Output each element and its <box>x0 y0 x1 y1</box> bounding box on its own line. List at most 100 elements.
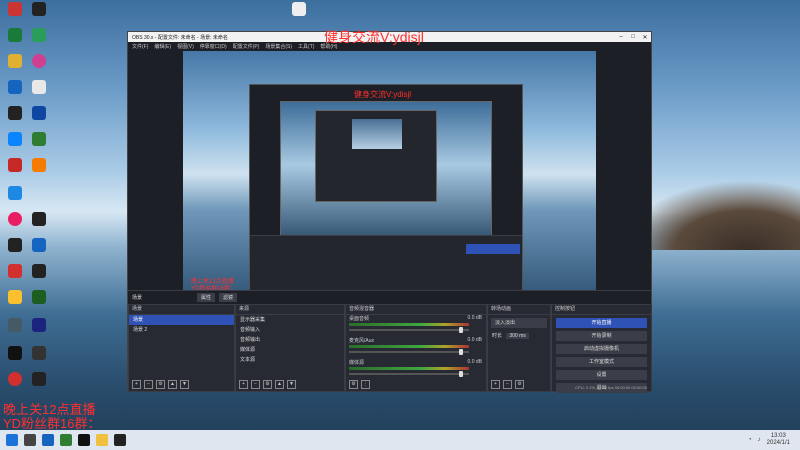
taskbar: ◔ ♪ 13:03 2024/1/1 <box>0 430 800 450</box>
desktop-icon[interactable] <box>26 106 52 120</box>
desktop-icon[interactable] <box>2 238 28 252</box>
fader-knob[interactable] <box>459 349 463 355</box>
desktop-icon[interactable] <box>2 28 28 42</box>
desktop-icon[interactable] <box>26 346 52 360</box>
remove-icon[interactable]: − <box>144 380 153 389</box>
scene-label: 场景 <box>132 294 143 301</box>
sources-title: 来源 <box>236 305 344 315</box>
settings-button[interactable]: 设置 <box>556 370 647 380</box>
studio-mode-button[interactable]: 工作室模式 <box>556 357 647 367</box>
desktop-icon[interactable] <box>2 2 28 16</box>
volume-meter <box>349 323 469 326</box>
menu-edit[interactable]: 编辑(E) <box>154 43 171 50</box>
maximize-icon[interactable]: □ <box>627 34 639 41</box>
desktop-icon[interactable] <box>2 132 28 146</box>
menu-view[interactable]: 视图(V) <box>177 43 194 50</box>
obs-window: OBS 30.x - 配置文件: 未命名 - 场景: 未命名 – □ ✕ 文件(… <box>127 31 652 393</box>
desktop-icon[interactable] <box>2 346 28 360</box>
volume-icon[interactable]: ♪ <box>758 437 761 443</box>
volume-fader[interactable] <box>349 327 469 333</box>
desktop-icon[interactable] <box>2 158 28 172</box>
virtual-camera-button[interactable]: 启动虚拟摄像机 <box>556 344 647 354</box>
desktop-icon[interactable] <box>26 80 52 94</box>
desktop-icon[interactable] <box>26 132 52 146</box>
desktop-icon[interactable] <box>2 186 28 200</box>
remove-icon[interactable]: − <box>503 380 512 389</box>
desktop-icon[interactable] <box>2 106 28 120</box>
fader-knob[interactable] <box>459 327 463 333</box>
volume-fader[interactable] <box>349 371 469 377</box>
desktop-icon[interactable] <box>26 238 52 252</box>
down-icon[interactable]: ▼ <box>287 380 296 389</box>
transitions-title: 转场动画 <box>488 305 550 315</box>
volume-fader[interactable] <box>349 349 469 355</box>
network-icon[interactable]: ◔ <box>748 437 752 443</box>
desktop-icon[interactable] <box>26 264 52 278</box>
up-icon[interactable]: ▲ <box>168 380 177 389</box>
duration-label: 时长 <box>492 333 503 339</box>
menu-docks[interactable]: 停靠窗口(D) <box>200 43 227 50</box>
fader-knob[interactable] <box>459 371 463 377</box>
duration-field[interactable]: 300 ms <box>506 333 529 339</box>
menu-tools[interactable]: 工具(T) <box>298 43 314 50</box>
down-icon[interactable]: ▼ <box>180 380 189 389</box>
desktop-icon[interactable] <box>26 372 52 386</box>
minimize-icon[interactable]: – <box>615 34 627 41</box>
transitions-dock: 转场动画 淡入淡出 时长 300 ms + − ⚙ <box>487 304 551 392</box>
mixer-channel-db: 0.0 dB <box>467 337 482 343</box>
scenes-dock: 场景 场景 场景 2 + − ⚙ ▲ ▼ <box>128 304 235 392</box>
taskbar-app-icon[interactable] <box>114 434 126 446</box>
settings-icon[interactable]: ⚙ <box>263 380 272 389</box>
desktop-icon[interactable] <box>286 2 312 16</box>
menu-file[interactable]: 文件(F) <box>132 43 148 50</box>
add-icon[interactable]: + <box>491 380 500 389</box>
taskbar-app-icon[interactable] <box>60 434 72 446</box>
start-icon[interactable] <box>6 434 18 446</box>
start-streaming-button[interactable]: 开始直播 <box>556 318 647 328</box>
desktop-icon[interactable] <box>26 290 52 304</box>
settings-icon[interactable]: ⚙ <box>349 380 358 389</box>
transition-select[interactable]: 淡入淡出 <box>491 318 547 328</box>
desktop-icon[interactable] <box>26 158 52 172</box>
clock[interactable]: 13:03 2024/1/1 <box>767 433 790 447</box>
taskbar-app-icon[interactable] <box>96 434 108 446</box>
desktop-icon[interactable] <box>2 264 28 278</box>
desktop-icon[interactable] <box>2 372 28 386</box>
desktop-icon[interactable] <box>2 212 28 226</box>
taskbar-app-icon[interactable] <box>24 434 36 446</box>
settings-icon[interactable]: ⚙ <box>515 380 524 389</box>
desktop-icon[interactable] <box>2 290 28 304</box>
up-icon[interactable]: ▲ <box>275 380 284 389</box>
desktop-icon[interactable] <box>26 318 52 332</box>
desktop-icon[interactable] <box>2 80 28 94</box>
preview-nested-capture <box>280 101 492 243</box>
taskbar-app-icon[interactable] <box>42 434 54 446</box>
menu-profile[interactable]: 配置文件(P) <box>233 43 260 50</box>
source-item[interactable]: 媒体源 <box>236 345 344 355</box>
settings-icon[interactable]: ⚙ <box>156 380 165 389</box>
source-item[interactable]: 音频输入 <box>236 325 344 335</box>
menu-scene-collection[interactable]: 场景集合(S) <box>265 43 292 50</box>
preview-canvas[interactable]: 健身交流V:ydisjl 晚上关12点直播 YD粉丝群16群： <box>183 51 596 308</box>
add-icon[interactable]: + <box>239 380 248 389</box>
menu-icon[interactable]: ⋮ <box>361 380 370 389</box>
taskbar-app-icon[interactable] <box>78 434 90 446</box>
source-item[interactable]: 文本源 <box>236 355 344 365</box>
desktop-icon[interactable] <box>26 28 52 42</box>
sources-dock: 来源 显示器采集 音频输入 音频输出 媒体源 文本源 + − ⚙ ▲ ▼ <box>235 304 345 392</box>
desktop-icon[interactable] <box>2 54 28 68</box>
close-icon[interactable]: ✕ <box>639 34 651 41</box>
remove-icon[interactable]: − <box>251 380 260 389</box>
desktop-icon[interactable] <box>26 54 52 68</box>
source-item[interactable]: 显示器采集 <box>236 315 344 325</box>
desktop-icon[interactable] <box>26 2 52 16</box>
tab-filters[interactable]: 滤镜 <box>219 292 238 302</box>
desktop-icon[interactable] <box>2 318 28 332</box>
scene-item[interactable]: 场景 2 <box>129 325 234 335</box>
source-item[interactable]: 音频输出 <box>236 335 344 345</box>
scene-item[interactable]: 场景 <box>129 315 234 325</box>
desktop-icon[interactable] <box>26 212 52 226</box>
start-recording-button[interactable]: 开始录制 <box>556 331 647 341</box>
add-icon[interactable]: + <box>132 380 141 389</box>
tab-properties[interactable]: 属性 <box>197 292 216 302</box>
